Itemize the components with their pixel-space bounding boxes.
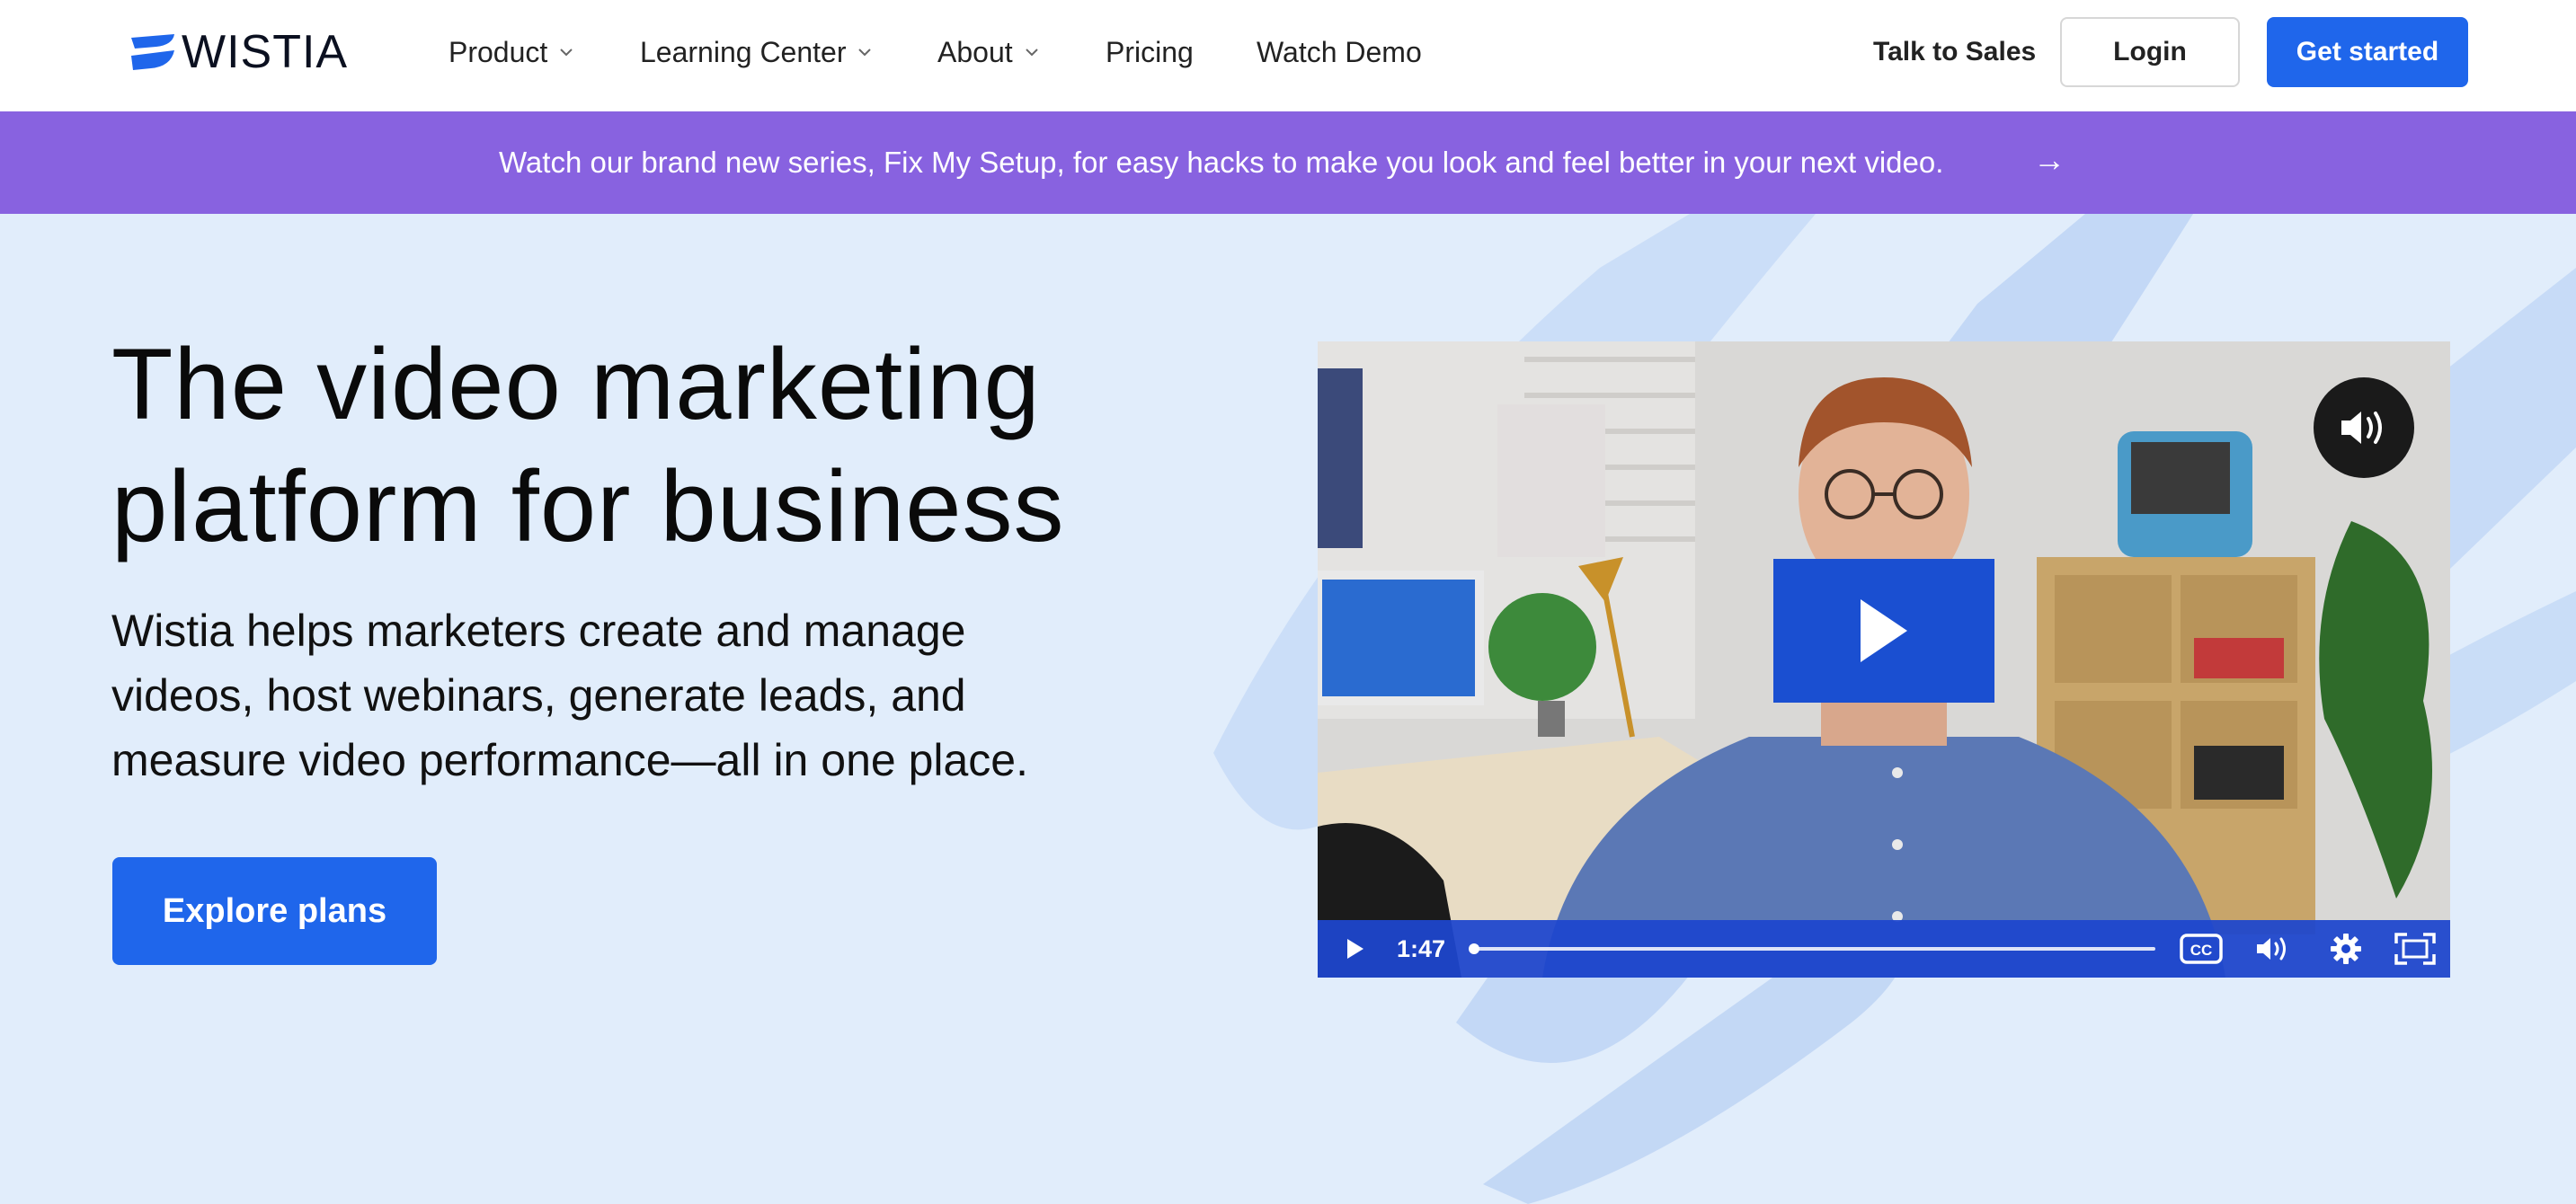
fullscreen-button[interactable] [2393, 920, 2438, 978]
hero-headline-line-1: The video marketing [111, 328, 1041, 440]
chevron-down-icon [858, 49, 872, 57]
control-play-button[interactable] [1337, 920, 1373, 978]
mute-toggle-icon[interactable] [2314, 377, 2414, 478]
nav-watch-demo-label: Watch Demo [1257, 35, 1422, 68]
settings-gear-icon [2331, 934, 2361, 964]
chevron-down-icon [560, 49, 573, 57]
wistia-wordmark: WISTIA [182, 26, 349, 78]
closed-captions-button[interactable]: CC [2179, 920, 2224, 978]
arrow-right-icon: → [2033, 141, 2065, 178]
volume-button[interactable] [2252, 920, 2296, 978]
get-started-button[interactable]: Get started [2267, 17, 2468, 87]
video-controls-bar: 1:47 CC [1318, 920, 2450, 978]
talk-to-sales-link[interactable]: Talk to Sales [1873, 32, 2036, 72]
hero-headline: The video marketing platform for busines… [111, 323, 1190, 568]
top-nav: WISTIA Product Learning Center About Pri… [0, 0, 2576, 111]
nav-product[interactable]: Product [449, 32, 574, 72]
speaker-icon [2341, 412, 2382, 444]
nav-about-label: About [937, 35, 1013, 68]
closed-captions-icon: CC [2180, 934, 2223, 964]
progress-scrubber[interactable] [1469, 943, 1479, 954]
nav-pricing[interactable]: Pricing [1106, 32, 1194, 72]
volume-icon [2257, 937, 2286, 961]
svg-text:CC: CC [2190, 942, 2213, 959]
hero-subcopy: Wistia helps marketers create and manage… [111, 606, 1028, 785]
big-play-button[interactable] [1773, 559, 1994, 703]
play-icon [1347, 939, 1364, 959]
announcement-banner[interactable]: Watch our brand new series, Fix My Setup… [0, 111, 2576, 214]
progress-bar[interactable] [1472, 947, 2155, 951]
announcement-text: Watch our brand new series, Fix My Setup… [499, 146, 1944, 179]
wistia-logo[interactable]: WISTIA [129, 26, 349, 78]
nav-about[interactable]: About [937, 32, 1040, 72]
nav-watch-demo[interactable]: Watch Demo [1257, 32, 1422, 72]
play-icon [1861, 599, 1907, 662]
explore-plans-button[interactable]: Explore plans [112, 857, 437, 965]
nav-learning-center-label: Learning Center [640, 35, 847, 68]
nav-pricing-label: Pricing [1106, 35, 1194, 68]
nav-learning-center[interactable]: Learning Center [640, 32, 873, 72]
wistia-logo-icon [131, 34, 174, 70]
fullscreen-icon [2394, 933, 2436, 965]
video-duration: 1:47 [1397, 935, 1446, 962]
login-button[interactable]: Login [2060, 17, 2240, 87]
nav-product-label: Product [449, 35, 548, 68]
video-player[interactable]: 1:47 CC [1318, 341, 2450, 978]
settings-button[interactable] [2324, 920, 2367, 978]
chevron-down-icon [1025, 49, 1038, 57]
hero-headline-line-2: platform for business [111, 450, 1065, 562]
